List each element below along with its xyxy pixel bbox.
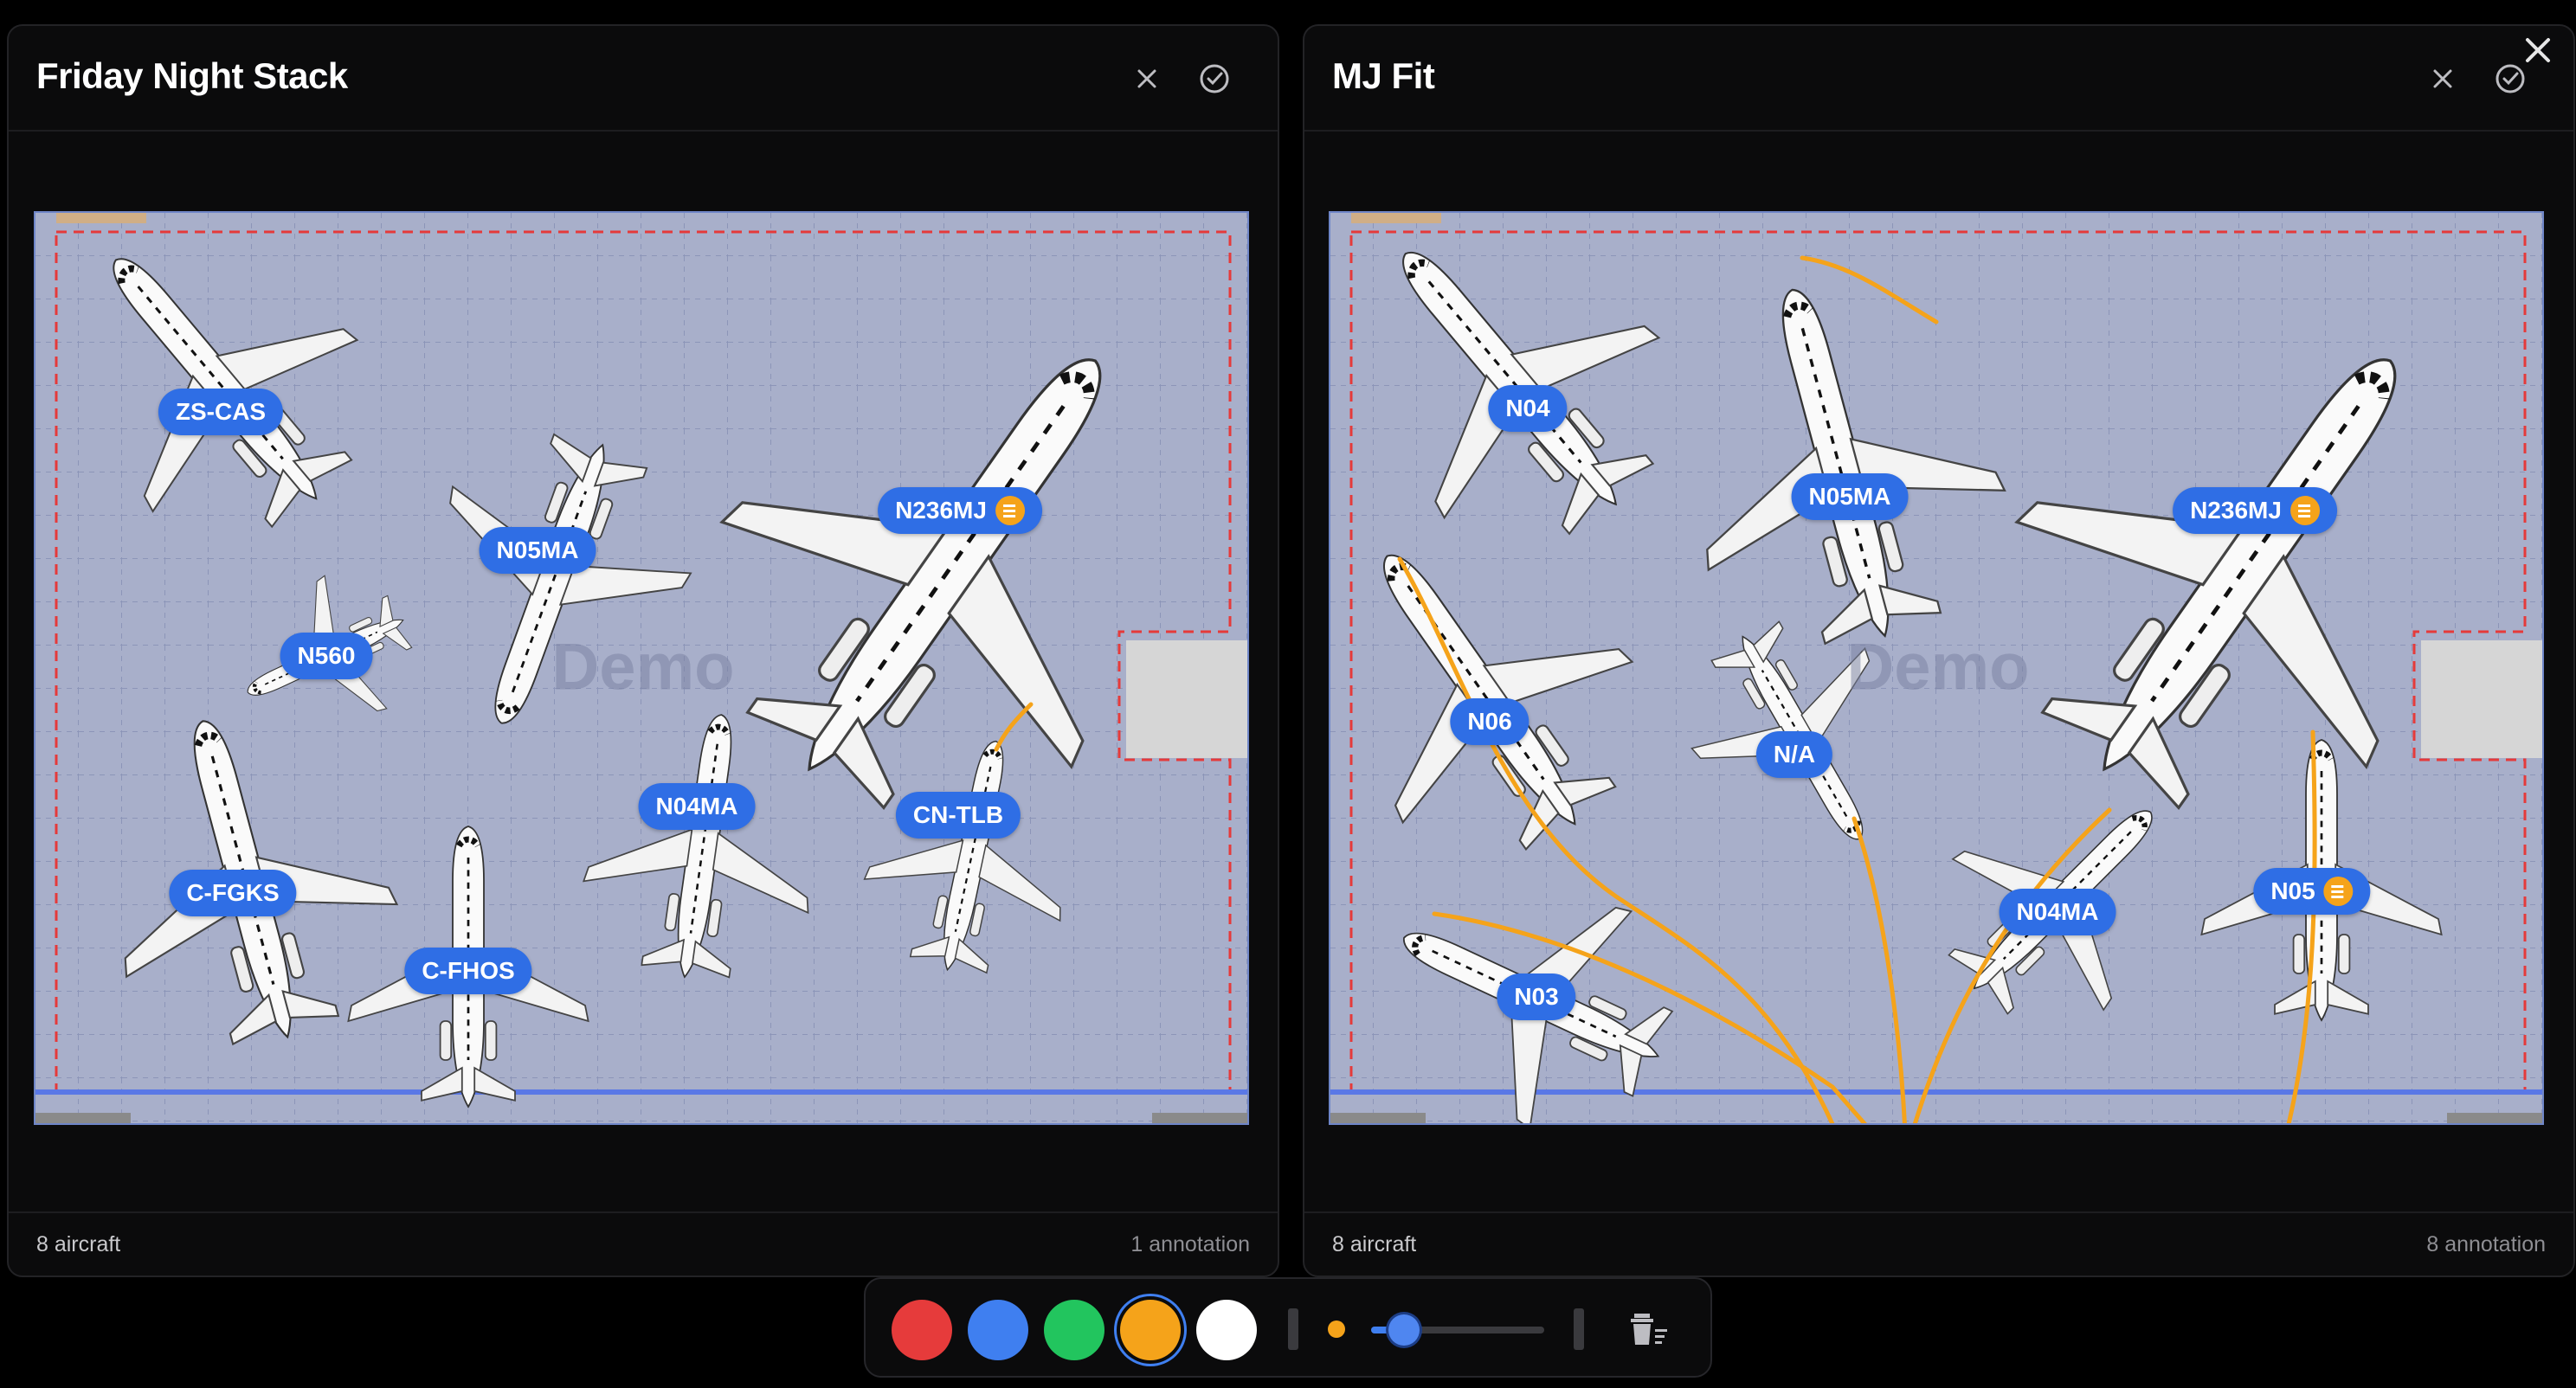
panel-mj-fit: MJ Fit Demo N04 N05MA N236MJ N06 N/A N04… [1303, 24, 2575, 1277]
aircraft-tag-label: N/A [1773, 741, 1816, 768]
aircraft-tag-label: N06 [1467, 708, 1512, 735]
panel-friday-night-stack: Friday Night Stack Demo ZS-CAS N05MA N23… [7, 24, 1279, 1277]
aircraft-tag-label: C-FGKS [186, 879, 280, 906]
note-icon[interactable] [2323, 877, 2354, 906]
panel-header: Friday Night Stack [9, 26, 1278, 132]
color-swatch-red[interactable] [892, 1300, 952, 1360]
close-icon[interactable] [1127, 59, 1167, 99]
brush-size-dot-icon [1328, 1321, 1345, 1338]
note-icon[interactable] [2289, 496, 2320, 525]
color-swatch-blue[interactable] [968, 1300, 1028, 1360]
panel-footer: 8 aircraft 8 annotation [1304, 1211, 2573, 1276]
aircraft-tag-label: N05 [2270, 877, 2315, 904]
watermark: Demo [1846, 630, 2030, 704]
aircraft-tag[interactable]: N04 [1488, 385, 1568, 432]
close-icon[interactable] [2519, 31, 2557, 69]
aircraft-tag[interactable]: C-FGKS [169, 870, 297, 916]
aircraft-tag[interactable]: ZS-CAS [158, 389, 284, 435]
hangar-canvas[interactable]: Demo N04 N05MA N236MJ N06 N/A N04MA N05 … [1329, 211, 2544, 1125]
aircraft-tag-label: N560 [297, 642, 356, 669]
aircraft-tag[interactable]: N05 [2253, 868, 2371, 915]
aircraft-tag[interactable]: CN-TLB [895, 792, 1021, 839]
close-icon[interactable] [2423, 59, 2463, 99]
aircraft-tag-label: ZS-CAS [175, 398, 267, 425]
toolbar-divider [1288, 1308, 1298, 1350]
toolbar-divider [1574, 1308, 1584, 1350]
aircraft-tag-label: N04MA [655, 793, 738, 819]
aircraft-count: 8 aircraft [36, 1232, 121, 1256]
aircraft-tag[interactable]: N03 [1497, 974, 1576, 1020]
color-swatch-green[interactable] [1044, 1300, 1104, 1360]
aircraft-tag-label: C-FHOS [422, 957, 515, 984]
panel-footer: 8 aircraft 1 annotation [9, 1211, 1278, 1276]
aircraft-tag-label: CN-TLB [912, 801, 1004, 828]
aircraft-tag[interactable]: N06 [1450, 698, 1530, 745]
annotation-count: 8 annotation [2426, 1232, 2546, 1256]
note-icon[interactable] [995, 496, 1025, 525]
check-circle-icon[interactable] [1195, 59, 1234, 99]
aircraft-tag[interactable]: N05MA [1791, 473, 1909, 520]
aircraft-tag[interactable]: N236MJ [878, 487, 1042, 534]
aircraft-tag[interactable]: N05MA [479, 527, 596, 574]
panel-header: MJ Fit [1304, 26, 2573, 132]
panel-title: MJ Fit [1332, 55, 1435, 96]
aircraft-tag-label: N05MA [496, 537, 579, 563]
aircraft-tag[interactable]: N/A [1755, 731, 1833, 778]
aircraft-tag[interactable]: C-FHOS [404, 948, 532, 994]
color-swatch-white[interactable] [1196, 1300, 1257, 1360]
trash-icon[interactable] [1627, 1310, 1671, 1348]
hangar-canvas[interactable]: Demo ZS-CAS N05MA N236MJ N560 N04MA CN-T… [34, 211, 1249, 1125]
aircraft-tag-label: N04MA [2016, 898, 2099, 925]
watermark: Demo [551, 630, 735, 704]
color-swatch-orange[interactable] [1120, 1300, 1181, 1360]
aircraft-tag-label: N04 [1505, 395, 1550, 421]
aircraft-tag-label: N236MJ [895, 497, 987, 524]
aircraft-tag-label: N236MJ [2190, 497, 2282, 524]
aircraft-tag[interactable]: N236MJ [2173, 487, 2337, 534]
annotation-count: 1 annotation [1130, 1232, 1250, 1256]
aircraft-tag[interactable]: N560 [280, 633, 373, 679]
panel-title: Friday Night Stack [36, 55, 348, 96]
drawing-toolbar [864, 1277, 1712, 1378]
aircraft-tag[interactable]: N04MA [1999, 889, 2116, 935]
slider-thumb[interactable] [1388, 1314, 1420, 1346]
aircraft-tag[interactable]: N04MA [638, 783, 756, 830]
aircraft-count: 8 aircraft [1332, 1232, 1417, 1256]
aircraft-tag-label: N05MA [1808, 483, 1891, 510]
brush-size-slider[interactable] [1371, 1300, 1544, 1360]
aircraft-tag-label: N03 [1514, 983, 1559, 1010]
